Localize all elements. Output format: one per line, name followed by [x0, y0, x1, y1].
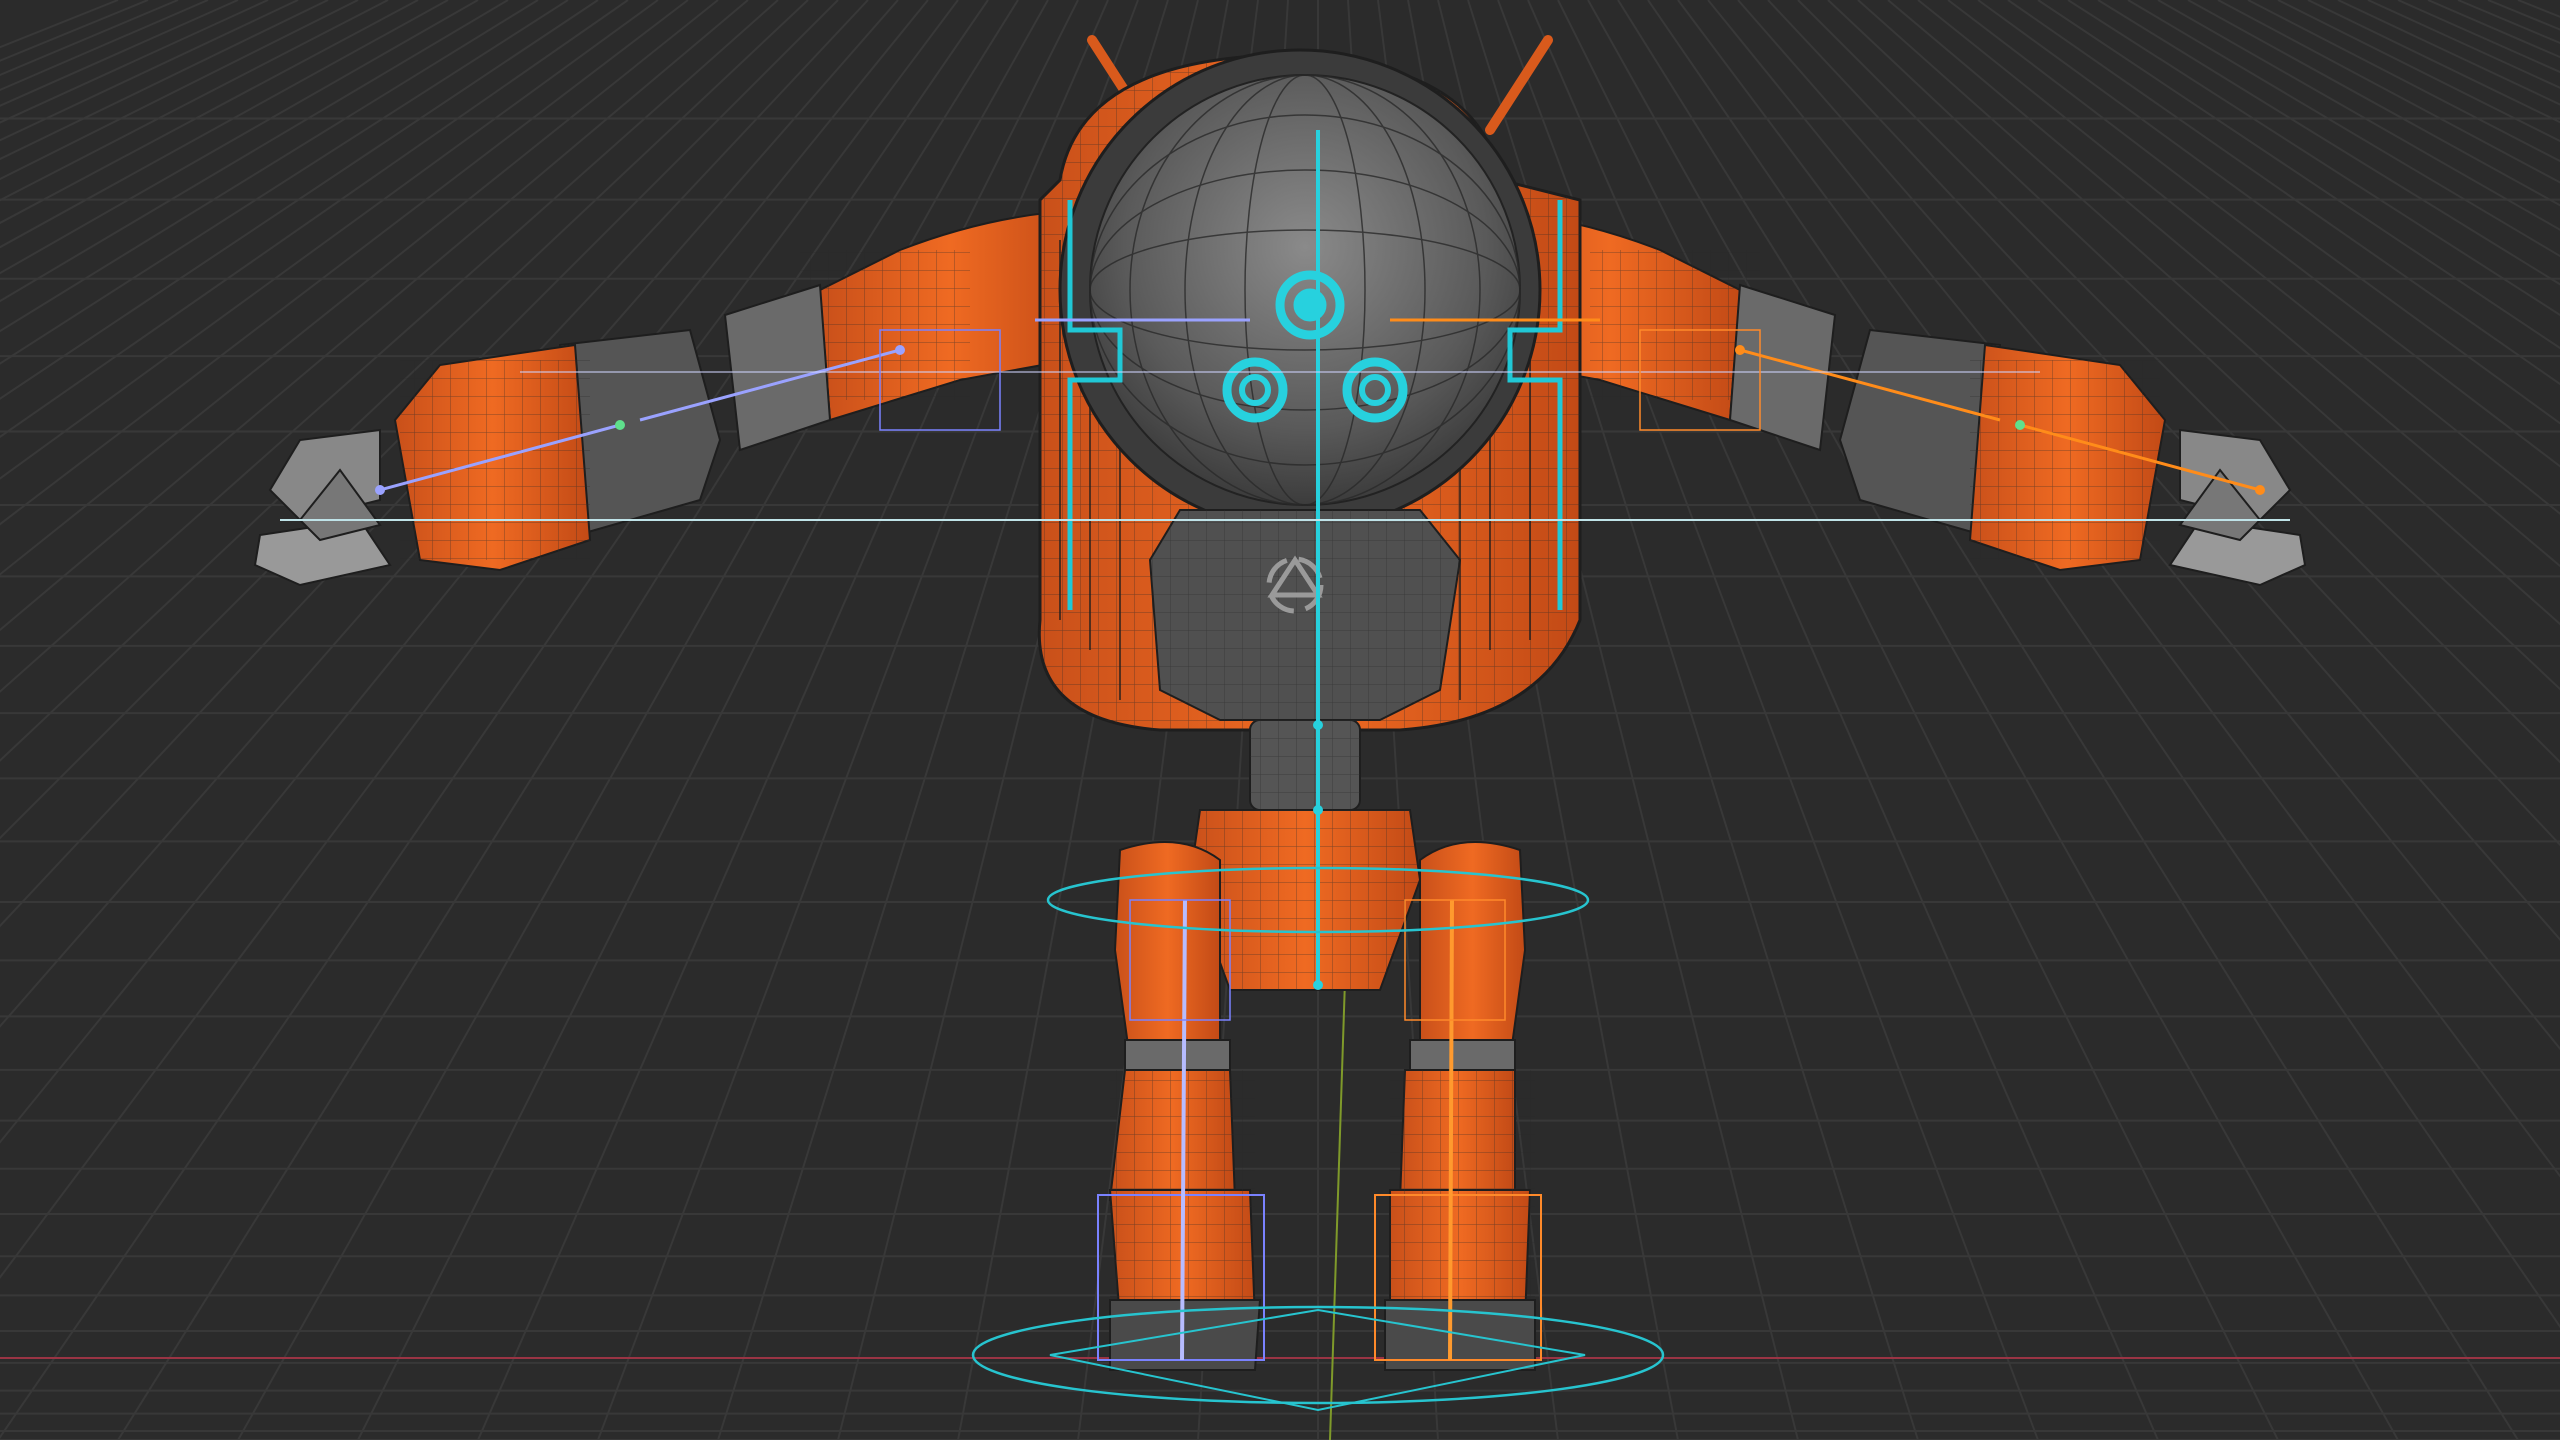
right-leg-bone[interactable]	[1448, 899, 1454, 1361]
left-arm[interactable]	[253, 208, 1082, 587]
y-axis-line	[1329, 979, 1346, 1440]
waist[interactable]	[1188, 719, 1422, 991]
3d-viewport[interactable]	[0, 0, 2560, 1440]
robot-model[interactable]	[253, 35, 2307, 1371]
right-arm[interactable]	[1478, 208, 2307, 587]
